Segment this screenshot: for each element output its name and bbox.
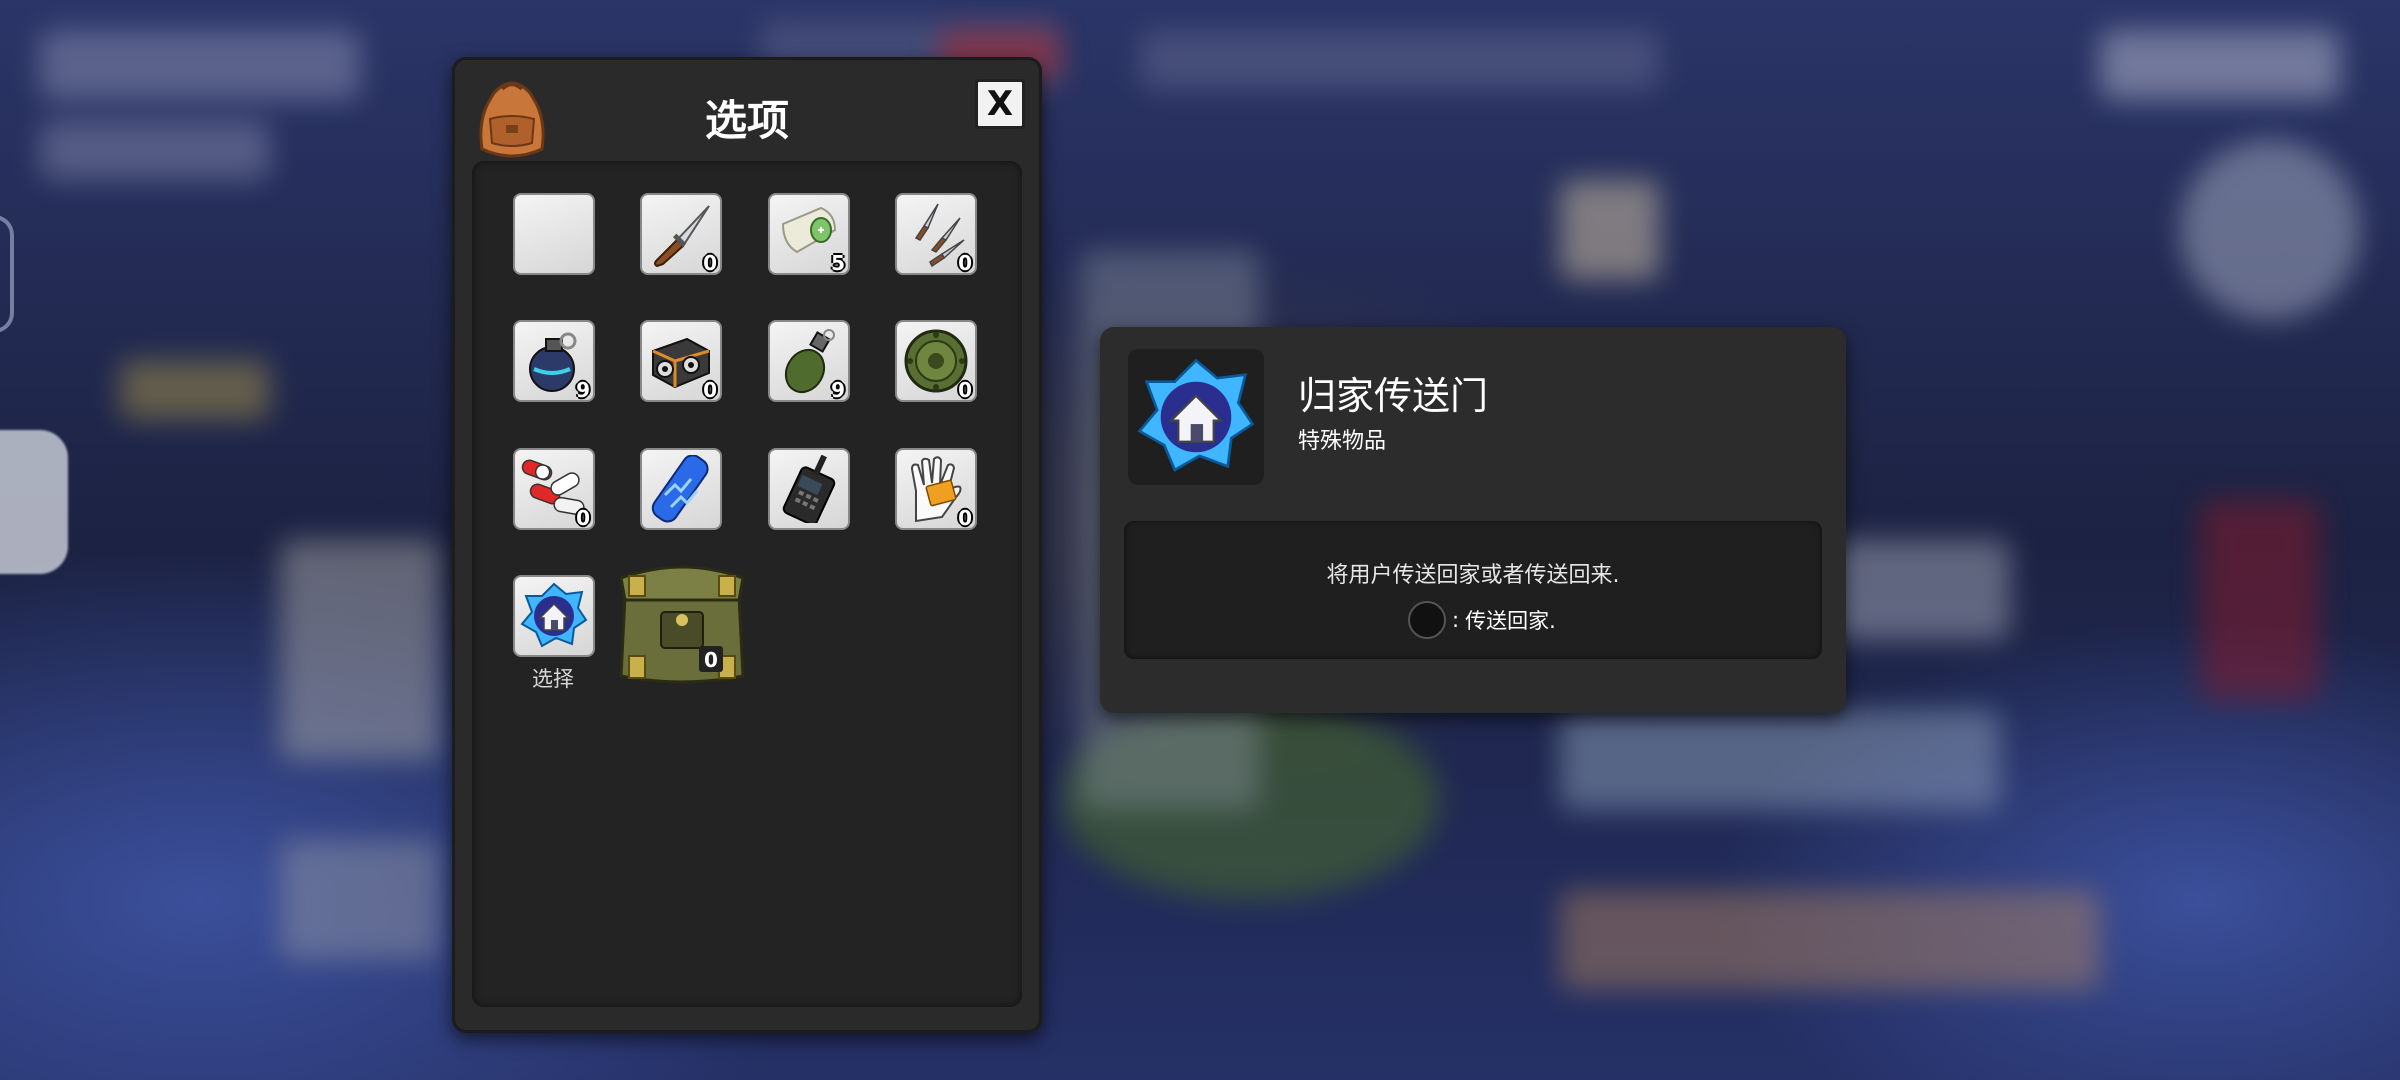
inventory-title: 选项 <box>704 96 789 145</box>
item-title: 归家传送门 <box>1298 374 1489 418</box>
inventory-slot-empty[interactable] <box>513 193 595 275</box>
inventory-slot-throwing-knives[interactable]: 0 <box>895 193 977 275</box>
inventory-slot-hand-card[interactable]: 0 <box>895 448 977 530</box>
selected-label: 选择 <box>532 667 574 691</box>
home-portal-icon <box>1137 358 1255 472</box>
item-count: 0 <box>958 251 972 275</box>
item-count: 0 <box>703 378 717 402</box>
crate-count: 0 <box>704 648 718 672</box>
inventory-slot-pills[interactable]: 0 <box>513 448 595 530</box>
item-detail-panel: 归家传送门 特殊物品 将用户传送回家或者传送回来. : 传送回家. <box>1100 327 1846 713</box>
inventory-slot-turret-device[interactable]: 0 <box>640 320 722 402</box>
item-count: 9 <box>831 378 845 402</box>
item-count: 0 <box>958 378 972 402</box>
side-menu-tab[interactable] <box>0 430 68 574</box>
action-label: 传送回家. <box>1465 609 1556 633</box>
inventory-slot-knife[interactable]: 0 <box>640 193 722 275</box>
inventory-slot-landmine[interactable]: 0 <box>895 320 977 402</box>
inventory-slot-green-grenade[interactable]: 9 <box>768 320 850 402</box>
item-count: 9 <box>576 378 590 402</box>
inventory-slot-home-portal[interactable] <box>513 575 595 657</box>
item-count: 0 <box>576 506 590 530</box>
inventory-slot-walkie-talkie[interactable] <box>768 448 850 530</box>
detail-icon-frame <box>1128 349 1264 485</box>
item-description: 将用户传送回家或者传送回来. <box>1326 563 1620 588</box>
home-portal-icon <box>520 582 588 648</box>
close-button[interactable]: X <box>975 79 1025 129</box>
inventory-slot-frag-grenade[interactable]: 9 <box>513 320 595 402</box>
item-count: 0 <box>958 506 972 530</box>
energy-cell-icon <box>651 455 709 523</box>
teleport-home-action[interactable]: : 传送回家. <box>1408 601 1556 639</box>
crate-icon[interactable]: 0 <box>615 556 749 688</box>
action-separator: : <box>1452 608 1460 632</box>
item-count: 5 <box>831 251 845 275</box>
item-description-box: 将用户传送回家或者传送回来. : 传送回家. <box>1124 521 1822 659</box>
action-button-icon[interactable] <box>1408 601 1446 639</box>
inventory-panel: 选项 X 0 5 0 9 0 9 0 0 0 选择 0 <box>452 57 1042 1033</box>
walkie-talkie-icon <box>782 455 836 523</box>
side-edge-tab <box>0 215 14 333</box>
inventory-slot-bandage[interactable]: 5 <box>768 193 850 275</box>
item-count: 0 <box>703 251 717 275</box>
inventory-slot-energy-cell[interactable] <box>640 448 722 530</box>
item-category: 特殊物品 <box>1298 429 1387 454</box>
